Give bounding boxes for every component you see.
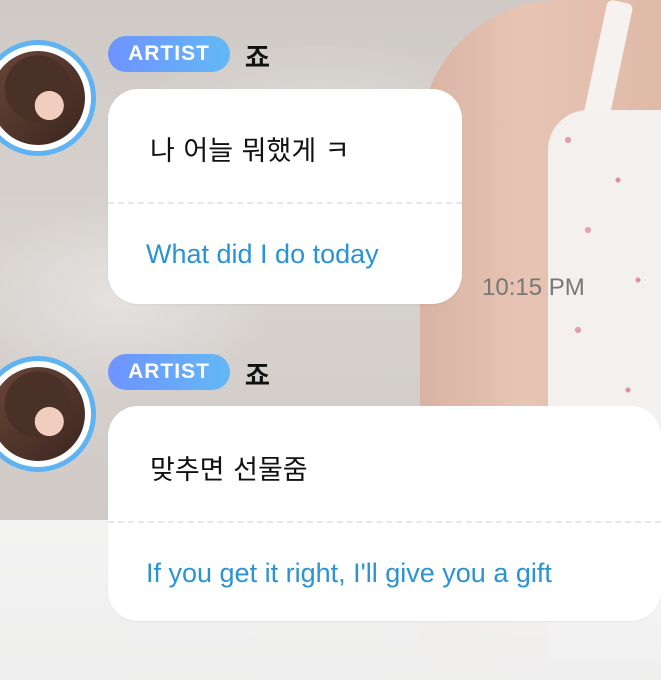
- avatar-image: [0, 51, 85, 145]
- avatar-image: [0, 367, 85, 461]
- message-bubble[interactable]: 나 어늘 뭐했게 ㅋ What did I do today: [108, 89, 462, 304]
- message-timestamp: 10:15 PM: [482, 274, 585, 301]
- message-bubble[interactable]: 맞추면 선물줌 If you get it right, I'll give y…: [108, 406, 661, 621]
- message-original-text: 맞추면 선물줌: [150, 455, 308, 486]
- bubble-divider: [108, 202, 462, 204]
- sender-name: 죠: [245, 43, 270, 74]
- message-original-text: 나 어늘 뭐했게 ㅋ: [150, 136, 350, 167]
- sender-name: 죠: [245, 361, 270, 392]
- bubble-divider: [108, 521, 661, 523]
- artist-badge: ARTIST: [108, 354, 230, 390]
- artist-badge: ARTIST: [108, 36, 230, 72]
- message-translation-text: If you get it right, I'll give you a gif…: [146, 558, 552, 588]
- message-translation-text: What did I do today: [146, 239, 379, 269]
